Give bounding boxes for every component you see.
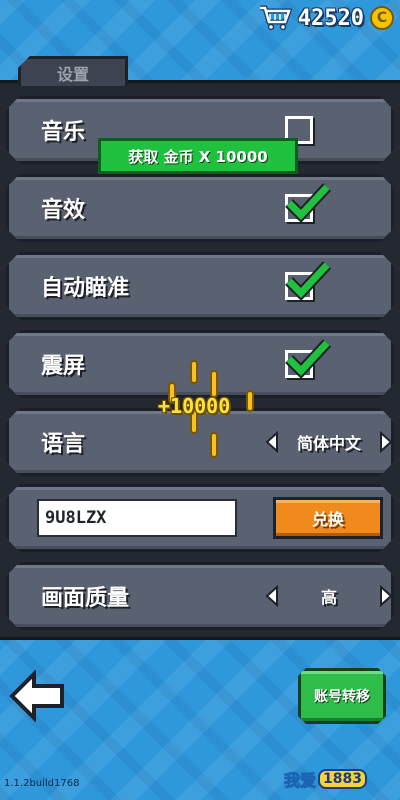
auto-aim-label: 自动瞄准: [41, 276, 130, 301]
arrow-right-icon[interactable]: [379, 431, 393, 453]
watermark-number: 1883: [318, 769, 367, 789]
language-label: 语言: [41, 432, 86, 457]
checkmark-icon: [279, 337, 335, 385]
screen-shake-label: 震屏: [41, 354, 86, 379]
auto-aim-row[interactable]: 自动瞄准: [6, 252, 394, 320]
graphics-quality-value: 高: [320, 588, 337, 607]
language-value: 简体中文: [296, 434, 361, 453]
coin-burst: +10000: [150, 360, 270, 460]
redeem-button[interactable]: 兑换: [273, 497, 383, 539]
top-bar: 42520 C: [258, 4, 394, 32]
arrow-left-icon[interactable]: [265, 585, 279, 607]
coin-icon: [190, 360, 198, 384]
coin-icon: [210, 432, 218, 458]
checkmark-icon: [279, 181, 335, 229]
watermark-logo: 我爱 1883: [283, 764, 367, 794]
coin-icon: C: [370, 6, 394, 30]
settings-tab: 设置: [18, 56, 128, 86]
redeem-row: 9U8LZX 兑换: [6, 484, 394, 552]
checkmark-icon: [279, 259, 335, 307]
back-arrow-icon[interactable]: [8, 670, 66, 722]
coin-balance: 42520: [297, 5, 364, 31]
shop-cart-icon[interactable]: [258, 5, 293, 31]
watermark-text: 我爱: [283, 771, 317, 791]
reward-toast: 获取 金币 X 10000: [98, 138, 298, 174]
account-transfer-button[interactable]: 账号转移: [298, 668, 386, 724]
graphics-quality-row: 画面质量 高: [6, 562, 394, 630]
sound-effects-label: 音效: [41, 198, 86, 223]
music-label: 音乐: [41, 120, 86, 145]
graphics-quality-label: 画面质量: [41, 586, 130, 611]
arrow-right-icon[interactable]: [379, 585, 393, 607]
version-label: 1.1.2build1768: [4, 778, 80, 789]
sound-effects-row[interactable]: 音效: [6, 174, 394, 242]
reward-amount: +10000: [158, 394, 231, 418]
coin-icon: [246, 390, 254, 412]
redeem-code-input[interactable]: 9U8LZX: [37, 499, 237, 537]
